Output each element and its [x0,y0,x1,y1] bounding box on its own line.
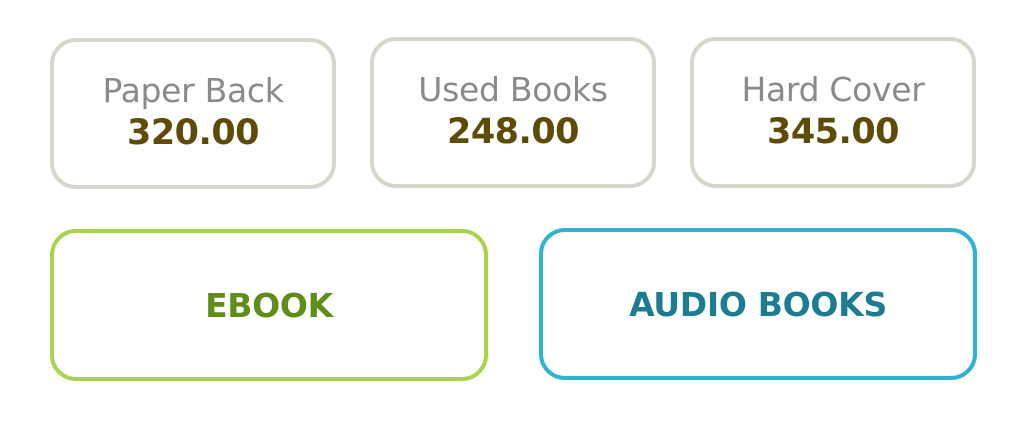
card-price: 248.00 [446,111,580,152]
card-price: 320.00 [126,112,260,153]
card-label: Paper Back [102,70,284,110]
audio-books-button[interactable]: AUDIO BOOKS [539,228,977,380]
audio-books-button-label: AUDIO BOOKS [629,284,887,324]
price-card-paper-back[interactable]: Paper Back 320.00 [50,38,336,189]
price-card-used-books[interactable]: Used Books 248.00 [370,37,656,188]
ebook-button[interactable]: EBOOK [50,229,488,381]
card-price: 345.00 [766,111,900,152]
card-label: Used Books [418,69,608,109]
ebook-button-label: EBOOK [205,285,333,325]
card-label: Hard Cover [741,69,925,109]
price-card-hard-cover[interactable]: Hard Cover 345.00 [690,37,976,188]
